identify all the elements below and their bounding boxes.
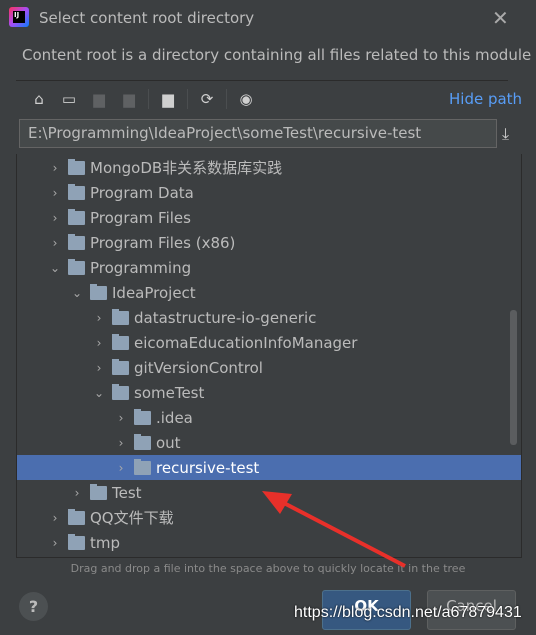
arrow-head xyxy=(262,491,292,514)
annotation-arrow xyxy=(262,491,406,568)
watermark: https://blog.csdn.net/a67879431 xyxy=(294,604,522,621)
arrow-shaft xyxy=(281,500,406,568)
